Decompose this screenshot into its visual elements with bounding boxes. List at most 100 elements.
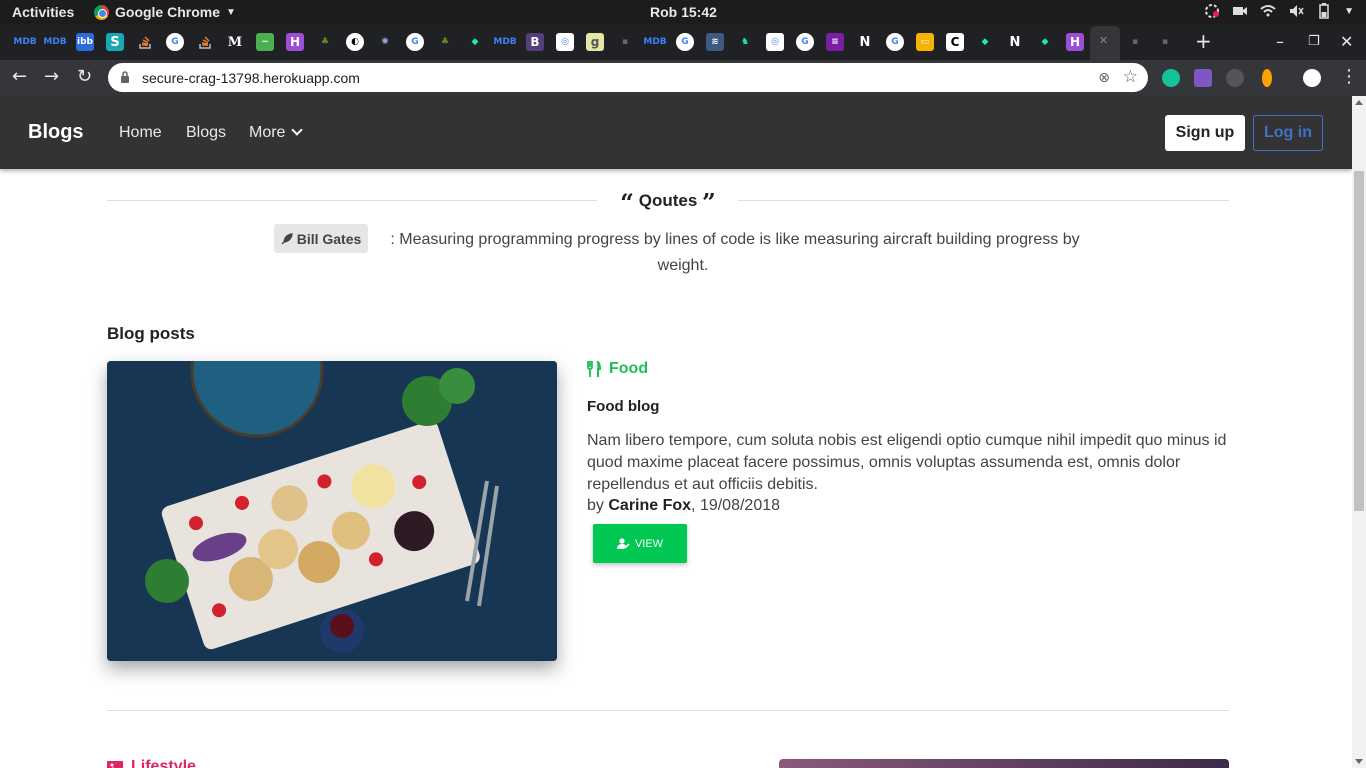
tab-mdb-3[interactable]: MDB xyxy=(493,33,516,51)
image-icon xyxy=(107,761,123,768)
bookmark-star-icon[interactable]: ☆ xyxy=(1123,67,1138,87)
feather-icon xyxy=(281,232,293,244)
clock[interactable]: Rob 15:42 xyxy=(650,4,717,20)
reload-icon[interactable]: ↻ xyxy=(77,66,92,87)
minimize-button[interactable]: – xyxy=(1276,32,1284,51)
tab-mdb-2[interactable]: MDB xyxy=(43,33,66,51)
tab-notion[interactable]: N xyxy=(856,33,874,51)
tab-stackoverflow-icon-2[interactable] xyxy=(196,33,214,51)
wifi-icon xyxy=(1260,5,1276,17)
tab-tree-icon-2[interactable]: ♣ xyxy=(436,33,454,51)
utensils-icon xyxy=(587,361,601,377)
tab-slides-icon[interactable]: ▭ xyxy=(916,33,934,51)
tab-chrome-icon[interactable]: ◎ xyxy=(556,33,574,51)
profile-avatar[interactable] xyxy=(1303,69,1321,87)
tab-google-icon[interactable]: G xyxy=(166,33,184,51)
tab-google-icon-4[interactable]: G xyxy=(796,33,814,51)
close-window-button[interactable]: ✕ xyxy=(1340,32,1353,51)
chevron-down-icon xyxy=(291,124,304,136)
nav-more-dropdown[interactable]: More xyxy=(249,124,304,142)
tab-globe-icon[interactable]: ◐ xyxy=(346,33,364,51)
scroll-thumb[interactable] xyxy=(1354,171,1364,511)
post-divider xyxy=(107,710,1229,711)
tab-octopus-icon[interactable]: ✺ xyxy=(376,33,394,51)
tab-bolt-icon-2[interactable]: ◆ xyxy=(976,33,994,51)
tab-s[interactable]: S xyxy=(106,33,124,51)
quote-close-icon: ” xyxy=(702,188,716,217)
tab-medium[interactable]: M xyxy=(226,33,244,51)
post-by-label: by xyxy=(587,497,604,514)
tab-g[interactable]: g xyxy=(586,33,604,51)
slack-icon[interactable] xyxy=(1204,3,1220,19)
tab-bolt-icon-3[interactable]: ◆ xyxy=(1036,33,1054,51)
chrome-menu-icon[interactable]: ⋮ xyxy=(1340,66,1358,87)
tab-mdb-4[interactable]: MDB xyxy=(643,33,666,51)
new-tab-button[interactable]: + xyxy=(1195,29,1212,53)
app-menu[interactable]: Google Chrome ▼ xyxy=(94,4,236,20)
post-title[interactable]: Food blog xyxy=(587,398,659,415)
tab-active[interactable]: ✕ xyxy=(1090,26,1120,60)
tab-h[interactable]: H xyxy=(286,33,304,51)
post-category-food[interactable]: Food xyxy=(587,360,648,378)
extension-icon-2[interactable] xyxy=(1226,69,1244,87)
os-top-bar: Activities Google Chrome ▼ Rob 15:42 ▼ xyxy=(0,0,1366,24)
url-text[interactable]: secure-crag-13798.herokuapp.com xyxy=(142,70,360,86)
post-image-food[interactable] xyxy=(107,361,557,661)
tab-google-icon-5[interactable]: G xyxy=(886,33,904,51)
tab-h-2[interactable]: H xyxy=(1066,33,1084,51)
scroll-up-arrow-icon[interactable] xyxy=(1355,100,1363,105)
login-button[interactable]: Log in xyxy=(1253,115,1323,151)
tab-dark-icon-2[interactable]: ▪ xyxy=(1126,33,1144,51)
site-navbar: Blogs Home Blogs More Sign up Log in xyxy=(0,96,1352,169)
browser-toolbar: ← → ↻ secure-crag-13798.herokuapp.com ⊗ … xyxy=(0,60,1366,96)
nav-more-label: More xyxy=(249,124,286,141)
quotes-heading-label: Qoutes xyxy=(638,191,698,210)
quote-author-chip[interactable]: Bill Gates xyxy=(274,224,368,253)
tab-bolt-icon[interactable]: ◆ xyxy=(466,33,484,51)
view-post-button[interactable]: VIEW xyxy=(593,524,687,563)
back-arrow-icon[interactable]: ← xyxy=(12,66,27,87)
brand-logo[interactable]: Blogs xyxy=(28,121,84,144)
extension-icon-3[interactable] xyxy=(1262,69,1272,87)
user-edit-icon xyxy=(616,538,630,549)
divider-right xyxy=(738,200,1229,201)
tab-tree-icon[interactable]: ♣ xyxy=(316,33,334,51)
post-category-label: Food xyxy=(609,360,649,377)
app-menu-label: Google Chrome xyxy=(115,4,221,20)
post-date: , 19/08/2018 xyxy=(691,497,781,514)
tab-figure-icon[interactable]: ♞ xyxy=(736,33,754,51)
nav-home[interactable]: Home xyxy=(119,124,162,142)
forward-arrow-icon[interactable]: → xyxy=(44,66,59,87)
translate-icon[interactable]: ⊗ xyxy=(1098,69,1110,86)
nav-blogs[interactable]: Blogs xyxy=(186,124,226,142)
activities-button[interactable]: Activities xyxy=(12,4,74,20)
tab-mdb-1[interactable]: MDB xyxy=(13,33,36,51)
tab-close-icon[interactable]: ✕ xyxy=(1099,34,1108,47)
camera-icon[interactable] xyxy=(1232,3,1248,19)
extension-icon[interactable] xyxy=(1194,69,1212,87)
tab-google-icon-2[interactable]: G xyxy=(406,33,424,51)
tab-dark-icon[interactable]: ▪ xyxy=(616,33,634,51)
tab-dark-icon-3[interactable]: ▪ xyxy=(1156,33,1174,51)
address-bar[interactable]: secure-crag-13798.herokuapp.com ⊗ ☆ xyxy=(108,63,1148,92)
system-tray[interactable]: ▼ xyxy=(1204,3,1354,19)
page-scrollbar[interactable] xyxy=(1352,96,1366,768)
post-category-lifestyle[interactable]: Lifestyle xyxy=(107,758,196,768)
tab-chrome-icon-2[interactable]: ◎ xyxy=(766,33,784,51)
quote-open-icon: “ xyxy=(620,188,634,217)
tab-chart-icon[interactable]: ~ xyxy=(256,33,274,51)
tab-bootstrap[interactable]: B xyxy=(526,33,544,51)
post-meta: by Carine Fox, 19/08/2018 xyxy=(587,497,780,515)
tab-google-icon-3[interactable]: G xyxy=(676,33,694,51)
tab-list-icon[interactable]: ≡ xyxy=(826,33,844,51)
tab-c[interactable]: C xyxy=(946,33,964,51)
maximize-button[interactable]: ❐ xyxy=(1308,34,1320,49)
tab-stackoverflow-icon[interactable] xyxy=(136,33,154,51)
tab-notion-2[interactable]: N xyxy=(1006,33,1024,51)
tab-rss-icon[interactable]: ≋ xyxy=(706,33,724,51)
signup-button[interactable]: Sign up xyxy=(1165,115,1245,151)
post-image-lifestyle[interactable] xyxy=(779,759,1229,768)
tab-ibb[interactable]: ibb xyxy=(76,33,94,51)
grammarly-extension-icon[interactable] xyxy=(1162,69,1180,87)
scroll-down-arrow-icon[interactable] xyxy=(1355,759,1363,764)
